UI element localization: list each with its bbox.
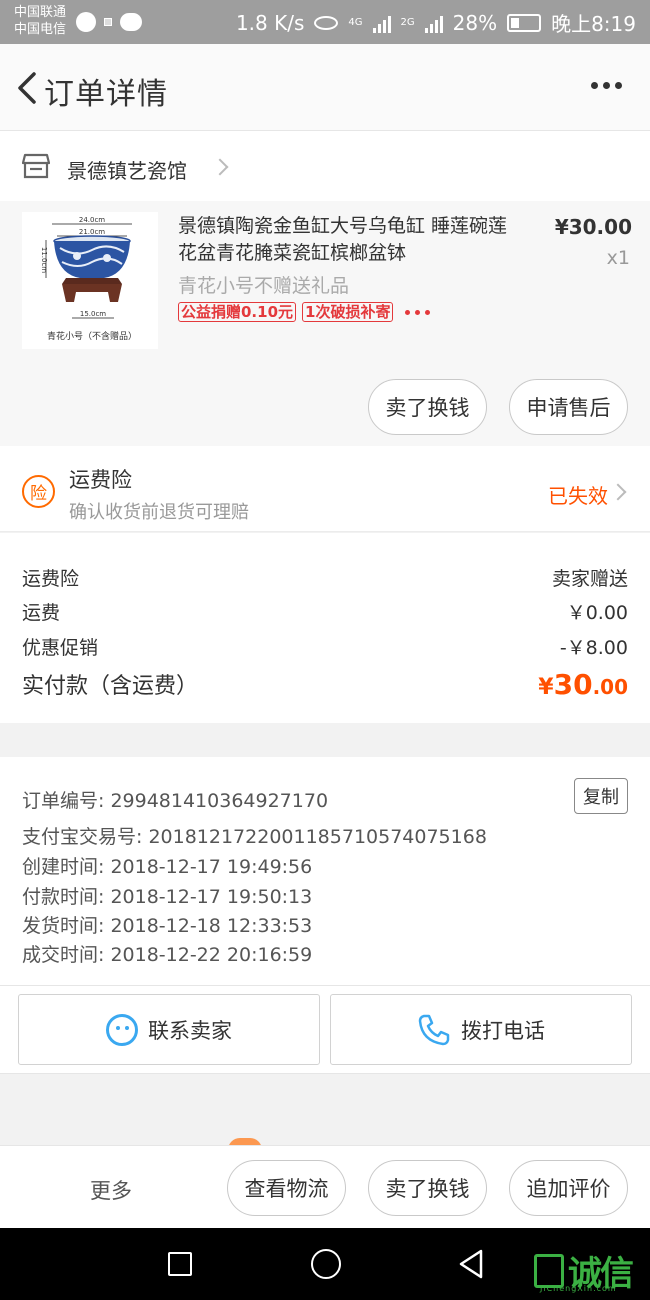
image-top-width: 24.0cm (79, 216, 105, 224)
battery-icon (507, 13, 542, 32)
product-spec: 青花小号不赠送礼品 (178, 275, 350, 297)
fee-value: 卖家赠送 (551, 568, 628, 590)
more-dots-icon[interactable] (591, 82, 622, 89)
back-triangle-icon[interactable] (457, 1248, 485, 1280)
after-sale-button[interactable]: 申请售后 (509, 379, 628, 435)
page-title: 订单详情 (44, 77, 168, 112)
fee-value: -￥8.00 (559, 637, 628, 659)
total-price: ¥30.00 (538, 668, 628, 701)
insurance-title: 运费险 (69, 468, 132, 492)
total-integer: 30 (553, 668, 593, 701)
status-right: 1.8 K/s 4G 2G 28% 晚上8:19 (236, 8, 636, 37)
fee-row-discount: 优惠促销 -￥8.00 (22, 633, 628, 660)
fee-label: 运费 (22, 602, 61, 624)
carrier-2: 中国电信 (14, 22, 67, 37)
chevron-left-icon[interactable] (12, 70, 46, 106)
insurance-subtitle: 确认收货前退货可理赔 (69, 502, 249, 523)
network-speed: 1.8 K/s (235, 10, 305, 35)
image-base-width: 15.0cm (80, 310, 106, 318)
order-info: 订单编号: 299481410364927170 复制 支付宝交易号: 2018… (0, 757, 650, 985)
product-image[interactable]: 24.0cm 21.0cm 11.0cm 15.0cm 青花小号（不含赠品） (22, 212, 158, 349)
damage-replace-tag: 1次破损补寄 (302, 302, 394, 322)
shop-row[interactable]: 景德镇艺瓷馆 (0, 131, 650, 201)
chevron-right-icon (609, 483, 627, 501)
nav-bar: 订单详情 (0, 44, 650, 131)
store-icon (22, 153, 50, 179)
signal-icon-2 (424, 13, 443, 33)
signal-icon (372, 13, 391, 33)
fee-row-total: 实付款（含运费） ¥30.00 (22, 668, 628, 701)
eye-icon (314, 15, 339, 30)
contact-seller-button[interactable]: 联系卖家 (18, 994, 320, 1065)
product-quantity: x1 (606, 247, 630, 269)
fee-summary: 运费险 卖家赠送 运费 ￥0.00 优惠促销 -￥8.00 实付款（含运费） ¥… (0, 533, 650, 723)
chat-icon (106, 1013, 138, 1046)
shipped-time: 发货时间: 2018-12-18 12:33:53 (22, 915, 313, 937)
fee-label: 优惠促销 (22, 637, 99, 659)
system-nav-bar: 诚信 JiChengXin.com (0, 1228, 650, 1300)
image-height: 11.0cm (40, 247, 48, 273)
battery-percent: 28% (452, 10, 498, 35)
total-currency: ¥ (538, 675, 554, 700)
network-type-2: 2G (400, 17, 415, 28)
more-button[interactable]: 更多 (90, 1175, 132, 1205)
bottom-action-bar: 更多 查看物流 卖了换钱 追加评价 (0, 1145, 650, 1228)
sell-button[interactable]: 卖了换钱 (368, 379, 487, 435)
notification-icons (76, 12, 142, 32)
chevron-right-icon (211, 158, 229, 176)
paid-time: 付款时间: 2018-12-17 19:50:13 (22, 886, 313, 908)
product-card: 24.0cm 21.0cm 11.0cm 15.0cm 青花小号（不含赠品） 景… (0, 201, 650, 446)
image-inner-width: 21.0cm (79, 228, 105, 236)
total-decimal: .00 (592, 675, 628, 699)
charity-tag: 公益捐赠0.10元 (178, 302, 297, 322)
total-label: 实付款（含运费） (22, 674, 199, 699)
created-time: 创建时间: 2018-12-17 19:49:56 (22, 856, 313, 878)
insurance-status: 已失效 (548, 484, 608, 508)
network-type-1: 4G (348, 17, 363, 28)
contact-bar: 联系卖家 拨打电话 (0, 985, 650, 1074)
carrier-names: 中国联通 中国电信 (14, 4, 66, 38)
fee-row-insurance: 运费险 卖家赠送 (22, 564, 628, 591)
view-logistics-button[interactable]: 查看物流 (227, 1160, 346, 1216)
call-button[interactable]: 拨打电话 (330, 994, 632, 1065)
phone-icon (418, 1014, 450, 1045)
shipping-insurance-row[interactable]: 险 运费险 确认收货前退货可理赔 已失效 (0, 446, 650, 532)
shop-name[interactable]: 景德镇艺瓷馆 (67, 155, 187, 184)
fee-row-shipping: 运费 ￥0.00 (22, 598, 628, 625)
home-icon[interactable] (311, 1249, 341, 1279)
insurance-badge-icon: 险 (22, 475, 55, 508)
watermark-box-icon (534, 1253, 564, 1288)
fee-value: ￥0.00 (566, 602, 628, 624)
order-number: 订单编号: 299481410364927170 (22, 790, 329, 812)
recents-icon[interactable] (168, 1252, 192, 1276)
add-review-button[interactable]: 追加评价 (509, 1160, 628, 1216)
call-label: 拨打电话 (461, 1018, 545, 1043)
status-bar: 中国联通 中国电信 1.8 K/s 4G 2G 28% 晚上8:19 (0, 0, 650, 44)
product-title[interactable]: 景德镇陶瓷金鱼缸大号乌龟缸 睡莲碗莲花盆青花腌菜瓷缸槟榔盆钵 (178, 213, 518, 267)
copy-button[interactable]: 复制 (574, 778, 628, 814)
watermark-sub: JiChengXin.com (540, 1284, 617, 1293)
alipay-number: 支付宝交易号: 2018121722001185710574075168 (22, 826, 487, 848)
fee-label: 运费险 (22, 568, 80, 590)
completed-time: 成交时间: 2018-12-22 20:16:59 (22, 944, 313, 966)
service-tags: 公益捐赠0.10元 1次破损补寄 (178, 302, 431, 322)
more-tags-icon[interactable] (405, 309, 431, 315)
wechat-icon (120, 13, 142, 31)
app-notification-icon (104, 18, 112, 26)
carrier-1: 中国联通 (14, 5, 67, 20)
contact-seller-label: 联系卖家 (148, 1018, 232, 1043)
image-caption: 青花小号（不含赠品） (47, 330, 137, 342)
clock: 晚上8:19 (551, 12, 636, 36)
globe-icon (76, 12, 96, 32)
product-price: ¥30.00 (554, 215, 632, 239)
sell-again-button[interactable]: 卖了换钱 (368, 1160, 487, 1216)
